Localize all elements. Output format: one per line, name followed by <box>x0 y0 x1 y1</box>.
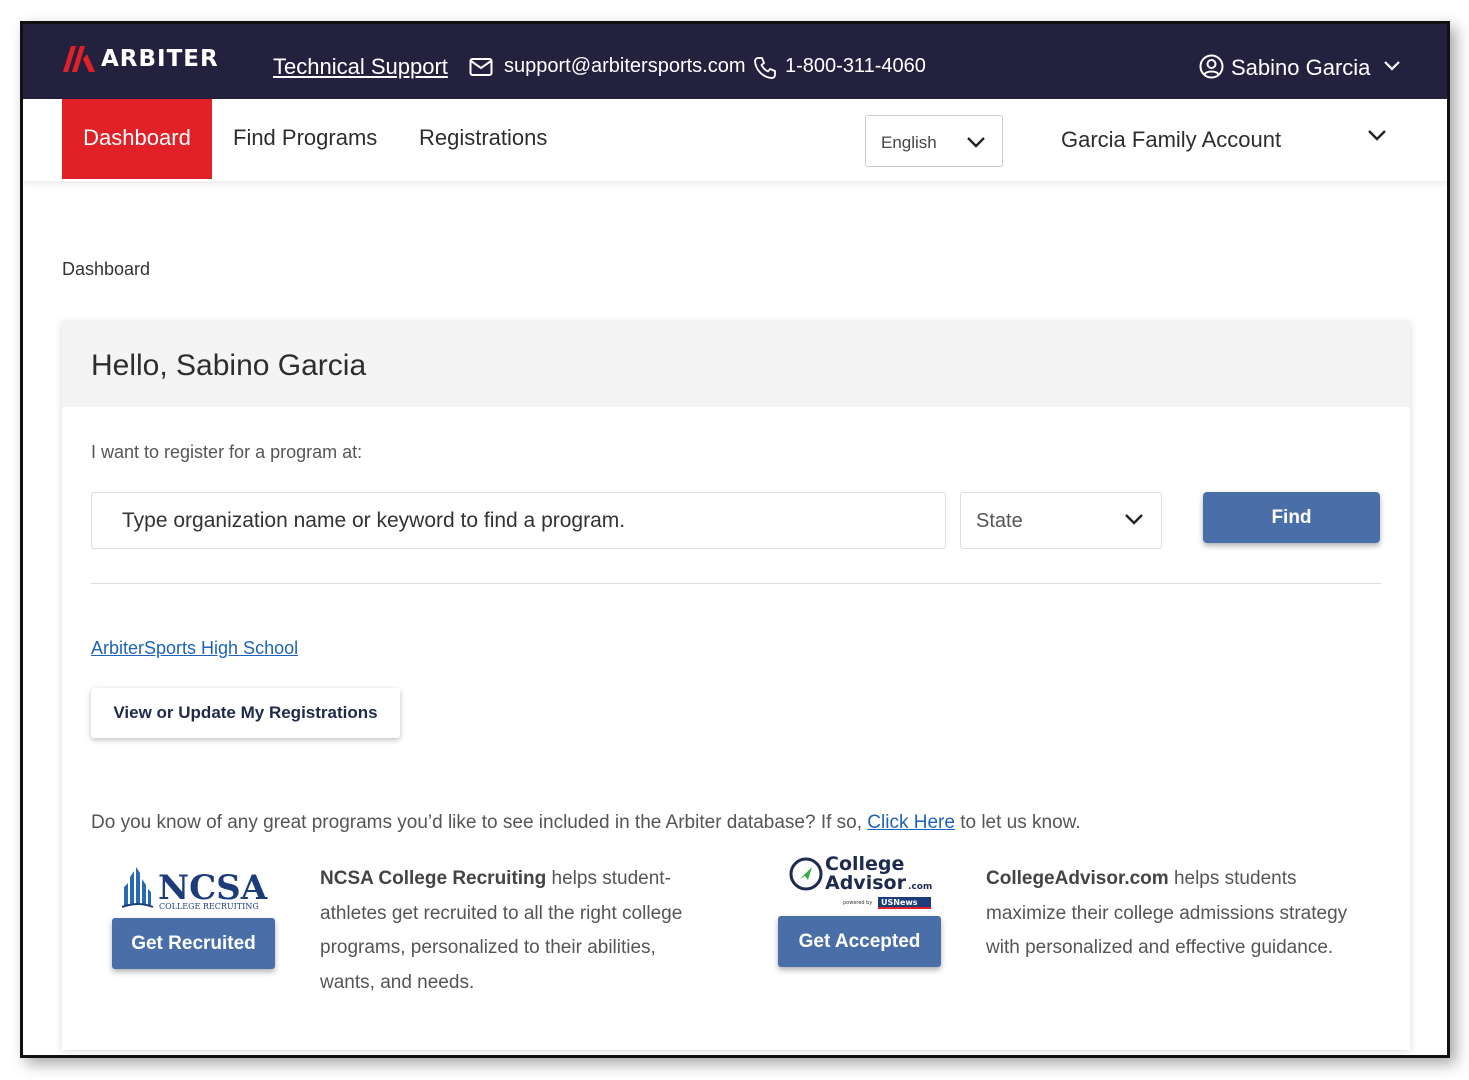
ca-logo-com: .com <box>908 882 932 892</box>
college-advisor-description: CollegeAdvisor.com helps students maximi… <box>986 862 1366 966</box>
ncsa-logo-sub: COLLEGE RECRUITING <box>159 902 259 911</box>
tab-dashboard[interactable]: Dashboard <box>62 99 212 179</box>
language-select[interactable]: English <box>865 115 1003 167</box>
support-email[interactable]: support@arbitersports.com <box>504 55 746 78</box>
support-phone[interactable]: 1-800-311-4060 <box>785 55 926 78</box>
greeting: Hello, Sabino Garcia <box>91 349 367 382</box>
get-accepted-button[interactable]: Get Accepted <box>778 916 941 967</box>
ncsa-logo-graphic: NCSA COLLEGE RECRUITING <box>121 867 268 911</box>
state-value: State <box>976 510 1023 532</box>
program-search-input[interactable] <box>91 492 946 549</box>
tab-registrations[interactable]: Registrations <box>419 99 547 179</box>
ncsa-description: NCSA College Recruiting helps student-at… <box>320 862 690 1000</box>
find-button[interactable]: Find <box>1203 492 1380 543</box>
college-advisor-logo[interactable]: College Advisor .com powered by USNews <box>788 852 938 919</box>
breadcrumb: Dashboard <box>62 259 151 279</box>
chevron-down-icon[interactable] <box>1367 129 1387 142</box>
logo-text: ARBITER <box>101 46 219 72</box>
top-bar: ARBITER Technical Support support@arbite… <box>23 24 1447 99</box>
suggest-suffix: to let us know. <box>954 812 1081 833</box>
ncsa-logo[interactable]: NCSA COLLEGE RECRUITING <box>121 865 274 916</box>
college-advisor-logo-graphic: College Advisor .com powered by USNews <box>789 853 932 909</box>
get-recruited-button[interactable]: Get Recruited <box>112 918 275 969</box>
dashboard-card: Hello, Sabino Garcia I want to register … <box>62 322 1410 1050</box>
suggest-prefix: Do you know of any great programs you’d … <box>91 812 868 833</box>
user-account-icon[interactable] <box>1199 54 1224 79</box>
phone-icon <box>754 57 776 79</box>
suggest-program-text: Do you know of any great programs you’d … <box>91 812 1081 834</box>
app-window: ARBITER Technical Support support@arbite… <box>20 21 1450 1058</box>
arbiter-mark-icon <box>63 46 95 72</box>
school-link[interactable]: ArbiterSports High School <box>91 638 298 659</box>
card-header: Hello, Sabino Garcia <box>62 322 1410 407</box>
account-select-label[interactable]: Garcia Family Account <box>1061 127 1281 153</box>
chevron-down-icon <box>967 137 985 148</box>
user-name[interactable]: Sabino Garcia <box>1231 55 1370 81</box>
tab-find-programs[interactable]: Find Programs <box>233 99 377 179</box>
technical-support-link[interactable]: Technical Support <box>273 54 448 80</box>
ca-logo-usnews: USNews <box>881 898 918 907</box>
state-select[interactable]: State <box>960 492 1162 549</box>
mail-icon <box>469 58 493 76</box>
click-here-link[interactable]: Click Here <box>867 812 955 833</box>
ca-logo-powered: powered by <box>843 900 872 906</box>
view-registrations-button[interactable]: View or Update My Registrations <box>91 688 400 738</box>
chevron-down-icon[interactable] <box>1383 60 1401 72</box>
arbiter-logo[interactable]: ARBITER <box>63 46 219 72</box>
language-value: English <box>881 133 937 152</box>
divider <box>91 583 1381 584</box>
main-nav: Dashboard Find Programs Registrations En… <box>23 99 1447 181</box>
ca-name: CollegeAdvisor.com <box>986 868 1169 889</box>
ca-logo-line2: Advisor <box>825 872 907 894</box>
ncsa-name: NCSA College Recruiting <box>320 868 547 889</box>
chevron-down-icon <box>1125 514 1143 525</box>
register-label: I want to register for a program at: <box>91 442 363 462</box>
